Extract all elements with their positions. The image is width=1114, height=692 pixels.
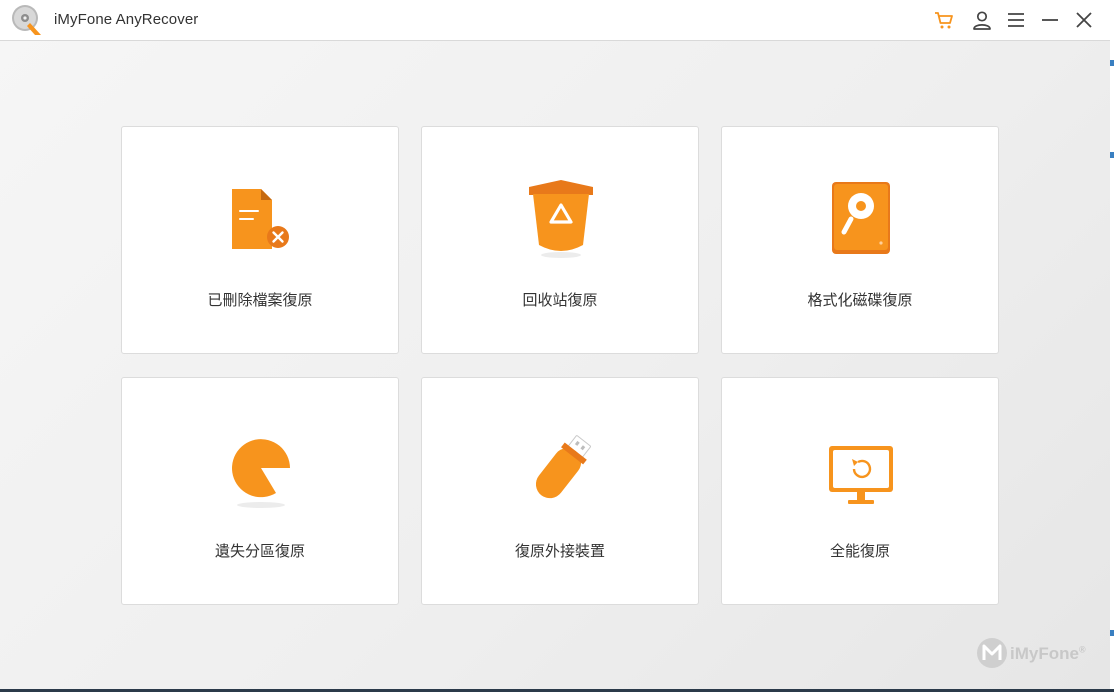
card-label: 格式化磁碟復原 [807,291,913,309]
all-round-recovery-icon [829,446,893,504]
usb-drive-icon [535,435,591,499]
card-lost-partition-recovery[interactable]: 遺失分區復原 [121,377,399,605]
card-all-round-recovery[interactable]: 全能復原 [721,377,999,605]
recycle-bin-icon [529,180,593,258]
cart-icon[interactable] [933,9,955,31]
card-external-device-recovery[interactable]: 復原外接裝置 [421,377,699,605]
card-label: 復原外接裝置 [514,542,605,560]
menu-icon[interactable] [1005,9,1027,31]
card-label: 遺失分區復原 [214,542,305,560]
lost-partition-icon [232,439,290,508]
window-edge [1110,0,1114,692]
title-bar: iMyFone AnyRecover [0,0,1110,41]
close-icon[interactable] [1073,9,1095,31]
app-window: iMyFone AnyRecover 已刪除檔案復原 回收站復原 格式化磁碟復原… [0,0,1110,692]
card-label: 已刪除檔案復原 [207,291,313,309]
deleted-file-icon [232,189,289,249]
watermark-text: iMyFone® [1010,644,1086,663]
app-title: iMyFone AnyRecover [54,11,199,28]
card-formatted-disk-recovery[interactable]: 格式化磁碟復原 [721,126,999,354]
minimize-icon[interactable] [1039,9,1061,31]
card-label: 全能復原 [829,542,890,560]
background-edge-mark [1110,152,1114,158]
background-edge-mark [1110,60,1114,66]
card-deleted-file-recovery[interactable]: 已刪除檔案復原 [121,126,399,354]
card-label: 回收站復原 [522,291,598,309]
formatted-disk-icon [832,182,890,254]
app-logo-icon [12,5,41,35]
card-recycle-bin-recovery[interactable]: 回收站復原 [421,126,699,354]
background-edge-mark [1110,630,1114,636]
user-icon[interactable] [971,9,993,31]
